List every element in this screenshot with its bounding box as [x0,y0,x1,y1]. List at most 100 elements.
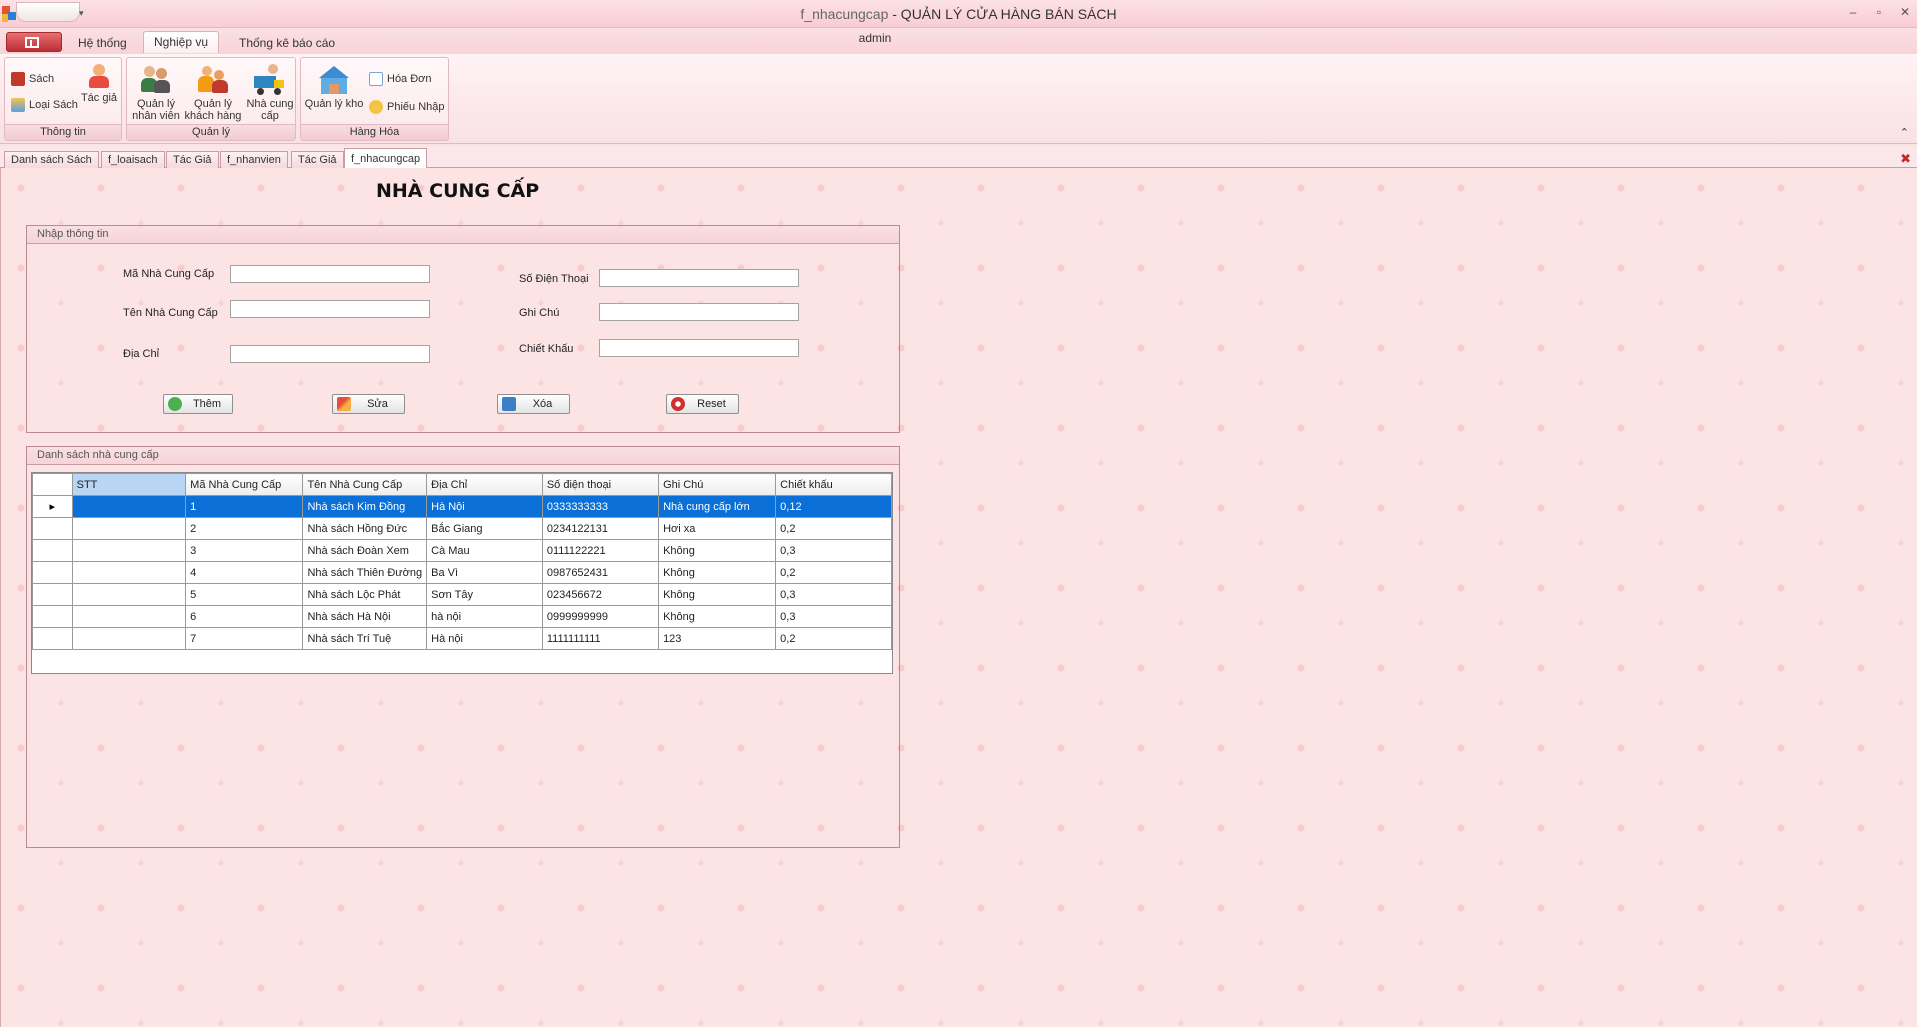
table-cell[interactable] [71,495,187,518]
table-cell[interactable]: Sơn Tây [426,583,543,606]
table-cell[interactable]: Không [658,583,777,606]
ten-ncc-input[interactable] [230,300,430,318]
table-cell[interactable]: Nhà sách Hồng Đức [302,517,428,540]
maximize-button[interactable]: ▫ [1873,5,1885,19]
table-cell[interactable]: 0,3 [775,539,892,562]
table-cell[interactable]: 0333333333 [541,495,660,518]
table-cell[interactable]: hà nội [426,605,543,628]
ma-ncc-input[interactable] [230,265,430,283]
table-cell[interactable]: Không [658,561,777,584]
table-cell[interactable] [71,583,187,606]
table-cell[interactable]: Nhà sách Lộc Phát [302,583,428,606]
table-row[interactable]: ▸ 1 Nhà sách Kim Đồng Hà Nội 0333333333 Nhà c… [32,495,892,518]
table-cell[interactable] [71,627,187,650]
table-row[interactable]: 2 Nhà sách Hồng Đức Bắc Giang 0234122131 Hơi… [32,517,892,540]
table-cell[interactable]: 0,2 [775,561,892,584]
table-cell[interactable]: 7 [185,627,304,650]
reset-button[interactable]: Reset [666,394,739,414]
quan-ly-kho-button[interactable]: Quản lý kho [303,62,365,110]
table-cell[interactable]: Hà nội [426,627,543,650]
table-cell[interactable]: Nhà cung cấp lớn [658,495,777,518]
quan-ly-khach-hang-button[interactable]: Quản lý khách hàng [183,64,243,122]
column-header-sdt[interactable]: Số điện thoại [541,473,660,496]
supplier-table[interactable]: STT Mã Nhà Cung Cấp Tên Nhà Cung Cấp Địa… [31,472,893,674]
hoa-don-button[interactable]: Hóa Đơn [369,72,432,86]
column-header-ten[interactable]: Tên Nhà Cung Cấp [302,473,428,496]
table-cell[interactable]: Cà Mau [426,539,543,562]
table-cell[interactable]: 0,3 [775,583,892,606]
ribbon-collapse-icon[interactable]: ⌃ [1900,126,1909,139]
row-header[interactable] [32,539,73,562]
row-header[interactable] [32,627,73,650]
table-cell[interactable]: 0111122221 [541,539,660,562]
sua-button[interactable]: Sửa [332,394,405,414]
sach-button[interactable]: Sách [11,72,54,86]
table-cell[interactable]: 0999999999 [541,605,660,628]
table-row[interactable]: 7 Nhà sách Trí Tuệ Hà nội 1111111111 123 0,2 [32,627,892,650]
column-header-dia-chi[interactable]: Địa Chỉ [426,473,543,496]
table-cell[interactable]: 0,3 [775,605,892,628]
table-cell[interactable] [71,517,187,540]
row-header[interactable]: ▸ [32,495,73,518]
column-header-chiet-khau[interactable]: Chiết khấu [775,473,892,496]
table-cell[interactable]: Nhà sách Kim Đồng [302,495,428,518]
chiet-khau-input[interactable] [599,339,799,357]
table-cell[interactable]: 1 [185,495,304,518]
them-button[interactable]: Thêm [163,394,233,414]
table-cell[interactable]: 2 [185,517,304,540]
dia-chi-input[interactable] [230,345,430,363]
doc-tab-tac-gia[interactable]: Tác Giả [166,151,219,168]
table-cell[interactable]: Không [658,539,777,562]
quan-ly-nhan-vien-button[interactable]: Quản lý nhân viên [131,64,181,122]
table-cell[interactable]: 0,2 [775,627,892,650]
table-cell[interactable]: 0234122131 [541,517,660,540]
table-cell[interactable]: 0987652431 [541,561,660,584]
column-header-stt[interactable]: STT [71,473,187,496]
row-header[interactable] [32,517,73,540]
table-cell[interactable]: 0,2 [775,517,892,540]
doc-tab-f-nhanvien[interactable]: f_nhanvien [220,151,288,168]
xoa-button[interactable]: Xóa [497,394,570,414]
table-cell[interactable]: 023456672 [541,583,660,606]
table-cell[interactable]: 0,12 [775,495,892,518]
table-cell[interactable]: 1111111111 [541,627,660,650]
minimize-button[interactable]: – [1847,5,1859,19]
table-cell[interactable]: 5 [185,583,304,606]
table-cell[interactable]: 123 [658,627,777,650]
table-cell[interactable]: 3 [185,539,304,562]
table-row[interactable]: 3 Nhà sách Đoàn Xem Cà Mau 0111122221 Không 0… [32,539,892,562]
row-header[interactable] [32,583,73,606]
table-cell[interactable]: Hơi xa [658,517,777,540]
table-cell[interactable]: 4 [185,561,304,584]
column-header-ma[interactable]: Mã Nhà Cung Cấp [185,473,304,496]
table-cell[interactable] [71,605,187,628]
doc-tab-f-loaisach[interactable]: f_loaisach [101,151,165,168]
table-row[interactable]: 5 Nhà sách Lộc Phát Sơn Tây 023456672 Không 0… [32,583,892,606]
table-cell[interactable] [71,539,187,562]
row-header[interactable] [32,605,73,628]
column-header-ghi-chu[interactable]: Ghi Chú [658,473,777,496]
doc-tab-f-nhacungcap[interactable]: f_nhacungcap [344,148,428,169]
table-cell[interactable]: Không [658,605,777,628]
so-dien-thoai-input[interactable] [599,269,799,287]
doc-tab-danh-sach-sach[interactable]: Danh sách Sách [4,151,99,168]
table-cell[interactable]: Bắc Giang [426,517,543,540]
table-cell[interactable]: Nhà sách Hà Nội [302,605,428,628]
doc-tab-tac-gia-2[interactable]: Tác Giả [291,151,344,168]
table-cell[interactable]: 6 [185,605,304,628]
close-button[interactable]: ✕ [1899,5,1911,19]
phieu-nhap-button[interactable]: Phiếu Nhập [369,100,445,114]
tac-gia-button[interactable]: Tác giả [79,62,119,104]
table-cell[interactable] [71,561,187,584]
table-cell[interactable]: Nhà sách Thiên Đường [302,561,428,584]
close-tab-icon[interactable]: ✖ [1900,151,1911,167]
table-cell[interactable]: Ba Vì [426,561,543,584]
table-row[interactable]: 4 Nhà sách Thiên Đường Ba Vì 0987652431 Khôn… [32,561,892,584]
table-row[interactable]: 6 Nhà sách Hà Nội hà nội 0999999999 Không 0,3 [32,605,892,628]
nha-cung-cap-button[interactable]: Nhà cung cấp [245,64,295,122]
table-cell[interactable]: Nhà sách Đoàn Xem [302,539,428,562]
loai-sach-button[interactable]: Loại Sách [11,98,78,112]
table-cell[interactable]: Nhà sách Trí Tuệ [302,627,428,650]
ghi-chu-input[interactable] [599,303,799,321]
table-cell[interactable]: Hà Nội [426,495,543,518]
